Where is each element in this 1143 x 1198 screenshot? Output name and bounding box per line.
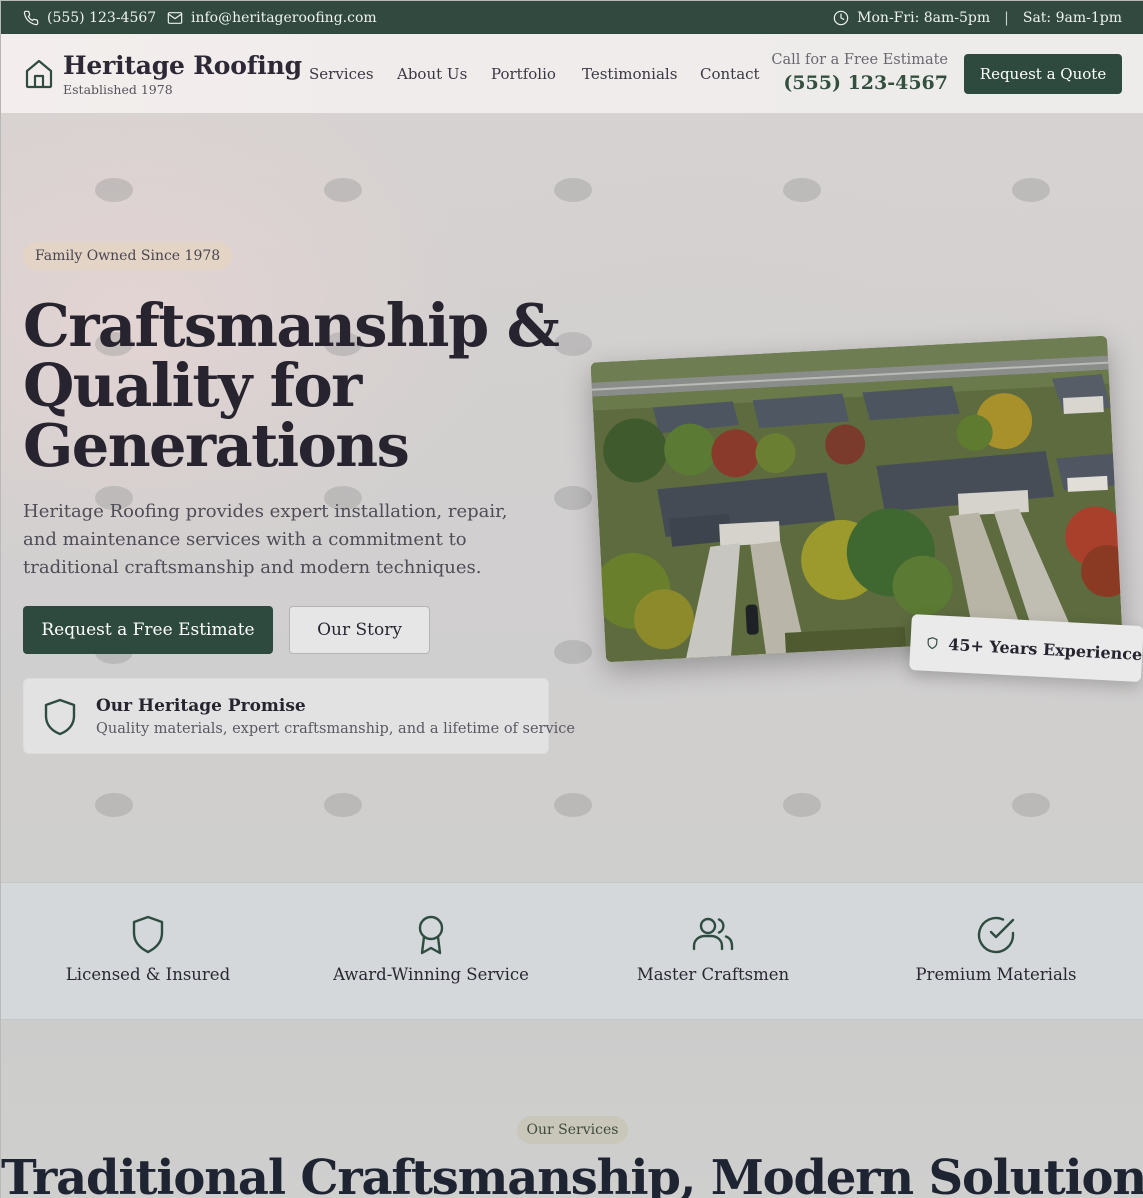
feature-materials: Premium Materials: [856, 883, 1136, 1021]
estimate-call-label: Call for a Free Estimate: [771, 52, 948, 68]
decor-dot: [554, 640, 592, 664]
site-header: Heritage Roofing Established 1978 Servic…: [1, 34, 1143, 114]
decor-dot: [95, 178, 133, 202]
decor-dot: [324, 793, 362, 817]
nav-testimonials[interactable]: Testimonials: [582, 34, 677, 114]
hours-weekday: Mon-Fri: 8am-5pm: [857, 9, 991, 26]
feature-licensed: Licensed & Insured: [8, 883, 288, 1021]
feature-award: Award-Winning Service: [291, 883, 571, 1021]
topbar-hours: Mon-Fri: 8am-5pm | Sat: 9am-1pm: [833, 1, 1122, 34]
brand-tagline: Established 1978: [63, 82, 173, 97]
estimate-phone[interactable]: (555) 123-4567: [783, 72, 948, 94]
heritage-promise-card: Our Heritage Promise Quality materials, …: [23, 678, 575, 754]
topbar-email-text: info@heritageroofing.com: [191, 9, 377, 26]
shield-icon: [927, 637, 938, 650]
clock-icon: [833, 10, 849, 25]
feature-label: Award-Winning Service: [333, 965, 529, 984]
nav-portfolio[interactable]: Portfolio: [491, 34, 556, 114]
decor-dot: [324, 178, 362, 202]
nav-about[interactable]: About Us: [397, 34, 467, 114]
services-title: Traditional Craftsmanship, Modern Soluti…: [1, 1150, 1143, 1198]
topbar-phone[interactable]: (555) 123-4567: [23, 1, 156, 34]
check-circle-icon: [974, 913, 1018, 957]
feature-craftsmen: Master Craftsmen: [573, 883, 853, 1021]
users-icon: [691, 913, 735, 957]
promise-title: Our Heritage Promise: [96, 696, 306, 716]
topbar-email[interactable]: info@heritageroofing.com: [167, 1, 377, 34]
nav-contact[interactable]: Contact: [700, 34, 760, 114]
headline-line-1: Craftsmanship &: [23, 291, 560, 360]
brand-name[interactable]: Heritage Roofing: [63, 51, 302, 80]
features-strip: Licensed & Insured Award-Winning Service…: [1, 882, 1143, 1020]
phone-icon: [23, 10, 39, 25]
promise-text: Quality materials, expert craftsmanship,…: [96, 721, 576, 737]
hero-headline: Craftsmanship & Quality for Generations: [23, 296, 583, 476]
decor-dot: [95, 793, 133, 817]
experience-text: 45+ Years Experience: [947, 634, 1143, 664]
hero-description: Heritage Roofing provides expert install…: [23, 501, 508, 578]
our-story-button[interactable]: Our Story: [289, 606, 430, 654]
decor-dot: [1012, 793, 1050, 817]
mail-icon: [167, 11, 183, 24]
aerial-neighborhood-photo: [590, 335, 1123, 663]
top-contact-bar: (555) 123-4567 info@heritageroofing.com …: [1, 1, 1143, 34]
decor-dot: [554, 486, 592, 510]
family-owned-badge: Family Owned Since 1978: [23, 242, 233, 270]
feature-label: Premium Materials: [915, 965, 1077, 984]
feature-label: Master Craftsmen: [636, 965, 790, 984]
hours-separator: |: [1004, 9, 1009, 26]
shield-icon: [126, 913, 170, 957]
decor-dot: [554, 793, 592, 817]
decor-dot: [783, 178, 821, 202]
services-section: Our Services Traditional Craftsmanship, …: [1, 1020, 1143, 1198]
request-quote-button[interactable]: Request a Quote: [964, 54, 1122, 94]
nav-services[interactable]: Services: [309, 34, 374, 114]
headline-line-3: Generations: [23, 411, 410, 480]
award-icon: [409, 913, 453, 957]
home-logo-icon[interactable]: [23, 58, 55, 90]
shield-icon: [42, 697, 78, 737]
experience-badge: 45+ Years Experience: [909, 614, 1143, 683]
decor-dot: [554, 178, 592, 202]
free-estimate-button[interactable]: Request a Free Estimate: [23, 606, 273, 654]
hours-weekend: Sat: 9am-1pm: [1022, 9, 1122, 26]
headline-line-2: Quality for: [23, 351, 362, 420]
hero-section: Family Owned Since 1978 Craftsmanship & …: [1, 114, 1143, 882]
decor-dot: [1012, 178, 1050, 202]
services-badge: Our Services: [517, 1116, 628, 1144]
decor-dot: [783, 793, 821, 817]
feature-label: Licensed & Insured: [65, 965, 231, 984]
topbar-phone-text: (555) 123-4567: [47, 9, 157, 26]
